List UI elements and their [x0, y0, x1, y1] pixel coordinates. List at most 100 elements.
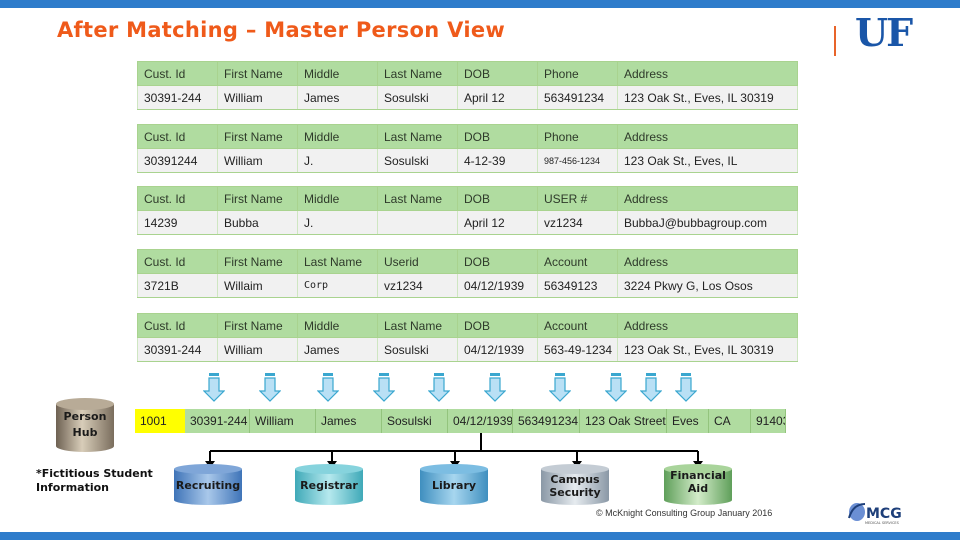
table-cell: Bubba	[217, 210, 298, 235]
table-row: 14239 Bubba J. April 12 vz1234 BubbaJ@bubbagr…	[137, 210, 798, 235]
table-cell: 3721B	[137, 273, 218, 298]
source-record-table: Cust. Id First Name Middle Last Name DOB Phon…	[137, 124, 798, 173]
column-header: Address	[617, 249, 798, 274]
golden-record-cell: 123 Oak Street	[580, 409, 667, 433]
top-accent-bar	[0, 0, 960, 8]
column-header: Address	[617, 313, 798, 338]
column-header: Address	[617, 124, 798, 149]
table-cell: vz1234	[537, 210, 618, 235]
table-cell: William	[217, 85, 298, 110]
table-cell: April 12	[457, 85, 538, 110]
golden-record-cell: CA	[709, 409, 751, 433]
table-cell: 30391244	[137, 148, 218, 173]
column-header: DOB	[457, 313, 538, 338]
system-label: Registrar	[293, 479, 365, 492]
column-header: First Name	[217, 186, 298, 211]
column-header: Cust. Id	[137, 249, 218, 274]
column-header: Cust. Id	[137, 313, 218, 338]
table-cell: 123 Oak St., Eves, IL 30319	[617, 337, 798, 362]
table-cell: Corp	[297, 273, 378, 298]
table-cell: James	[297, 85, 378, 110]
fictitious-data-note: *Fictitious Student Information	[36, 467, 153, 495]
mcg-logo: MCG MEDICAL SERVICES	[848, 503, 902, 525]
column-header: DOB	[457, 249, 538, 274]
column-header: DOB	[457, 186, 538, 211]
column-header: Userid	[377, 249, 458, 274]
system-label: Recruiting	[172, 479, 244, 492]
column-header: Last Name	[297, 249, 378, 274]
column-header: Address	[617, 186, 798, 211]
golden-record-cell: 04/12/1939	[448, 409, 513, 433]
table-header-row: Cust. Id First Name Last Name Userid DOB Acco…	[137, 249, 798, 274]
column-header: Middle	[297, 186, 378, 211]
system-label: Campus Security	[539, 473, 611, 499]
system-label-line1: Financial	[670, 469, 726, 482]
mcg-logo-text: MCG	[866, 506, 902, 522]
master-id-cell: 1001	[135, 409, 185, 433]
table-header-row: Cust. Id First Name Middle Last Name DOB USER…	[137, 186, 798, 211]
table-cell: 56349123	[537, 273, 618, 298]
down-arrow-icon	[428, 373, 450, 402]
source-record-table: Cust. Id First Name Middle Last Name DOB Phon…	[137, 61, 798, 110]
table-cell: William	[217, 337, 298, 362]
system-label-line1: Registrar	[300, 479, 358, 492]
column-header: Account	[537, 313, 618, 338]
table-cell: Sosulski	[377, 337, 458, 362]
table-cell: 04/12/1939	[457, 273, 538, 298]
column-header: Middle	[297, 313, 378, 338]
table-cell	[377, 210, 458, 235]
system-label: Financial Aid	[662, 469, 734, 495]
down-arrow-icon	[484, 373, 506, 402]
column-header: Last Name	[377, 186, 458, 211]
down-arrow-icon	[675, 373, 697, 402]
golden-record-cell: William	[250, 409, 316, 433]
table-cell: BubbaJ@bubbagroup.com	[617, 210, 798, 235]
source-record-table: Cust. Id First Name Middle Last Name DOB Acco…	[137, 313, 798, 362]
table-header-row: Cust. Id First Name Middle Last Name DOB Phon…	[137, 61, 798, 86]
column-header: Last Name	[377, 313, 458, 338]
column-header: First Name	[217, 313, 298, 338]
source-record-table: Cust. Id First Name Middle Last Name DOB USER…	[137, 186, 798, 235]
golden-record-cell: 563491234	[513, 409, 580, 433]
system-label-line2: Aid	[687, 482, 709, 495]
system-label-line2: Security	[549, 486, 601, 499]
column-header: USER #	[537, 186, 618, 211]
note-line2: Information	[36, 481, 109, 494]
down-arrow-icon	[203, 373, 225, 402]
mcg-logo-tagline: MEDICAL SERVICES	[865, 521, 900, 525]
table-cell: 563491234	[537, 85, 618, 110]
column-header: First Name	[217, 249, 298, 274]
note-line1: *Fictitious Student	[36, 467, 153, 480]
golden-record-cell: Eves	[667, 409, 709, 433]
table-cell: 14239	[137, 210, 218, 235]
column-header: Cust. Id	[137, 124, 218, 149]
page-title: After Matching – Master Person View	[57, 18, 506, 42]
golden-record-cell: 91403	[751, 409, 786, 433]
down-arrow-icon	[259, 373, 281, 402]
table-cell: J.	[297, 148, 378, 173]
column-header: First Name	[217, 61, 298, 86]
source-record-table: Cust. Id First Name Last Name Userid DOB Acco…	[137, 249, 798, 298]
table-cell: Willaim	[217, 273, 298, 298]
system-label: Library	[418, 479, 490, 492]
table-cell: 123 Oak St., Eves, IL 30319	[617, 85, 798, 110]
column-header: First Name	[217, 124, 298, 149]
column-header: Cust. Id	[137, 61, 218, 86]
golden-record-cell: James	[316, 409, 382, 433]
golden-record-cell: Sosulski	[382, 409, 448, 433]
table-cell: 987-456-1234	[537, 148, 618, 173]
logo-divider	[834, 26, 836, 56]
table-cell: 563-49-1234	[537, 337, 618, 362]
golden-record-cell: 30391-244	[185, 409, 250, 433]
table-cell: vz1234	[377, 273, 458, 298]
down-arrow-icon	[317, 373, 339, 402]
table-header-row: Cust. Id First Name Middle Last Name DOB Phon…	[137, 124, 798, 149]
table-row: 30391-244 William James Sosulski April 12 563…	[137, 85, 798, 110]
down-arrow-icon	[373, 373, 395, 402]
hub-label-line1: Person	[63, 410, 107, 423]
table-cell: 123 Oak St., Eves, IL	[617, 148, 798, 173]
table-cell: Sosulski	[377, 85, 458, 110]
table-cell: 04/12/1939	[457, 337, 538, 362]
table-row: 30391244 William J. Sosulski 4-12-39 987-456-…	[137, 148, 798, 173]
column-header: Cust. Id	[137, 186, 218, 211]
